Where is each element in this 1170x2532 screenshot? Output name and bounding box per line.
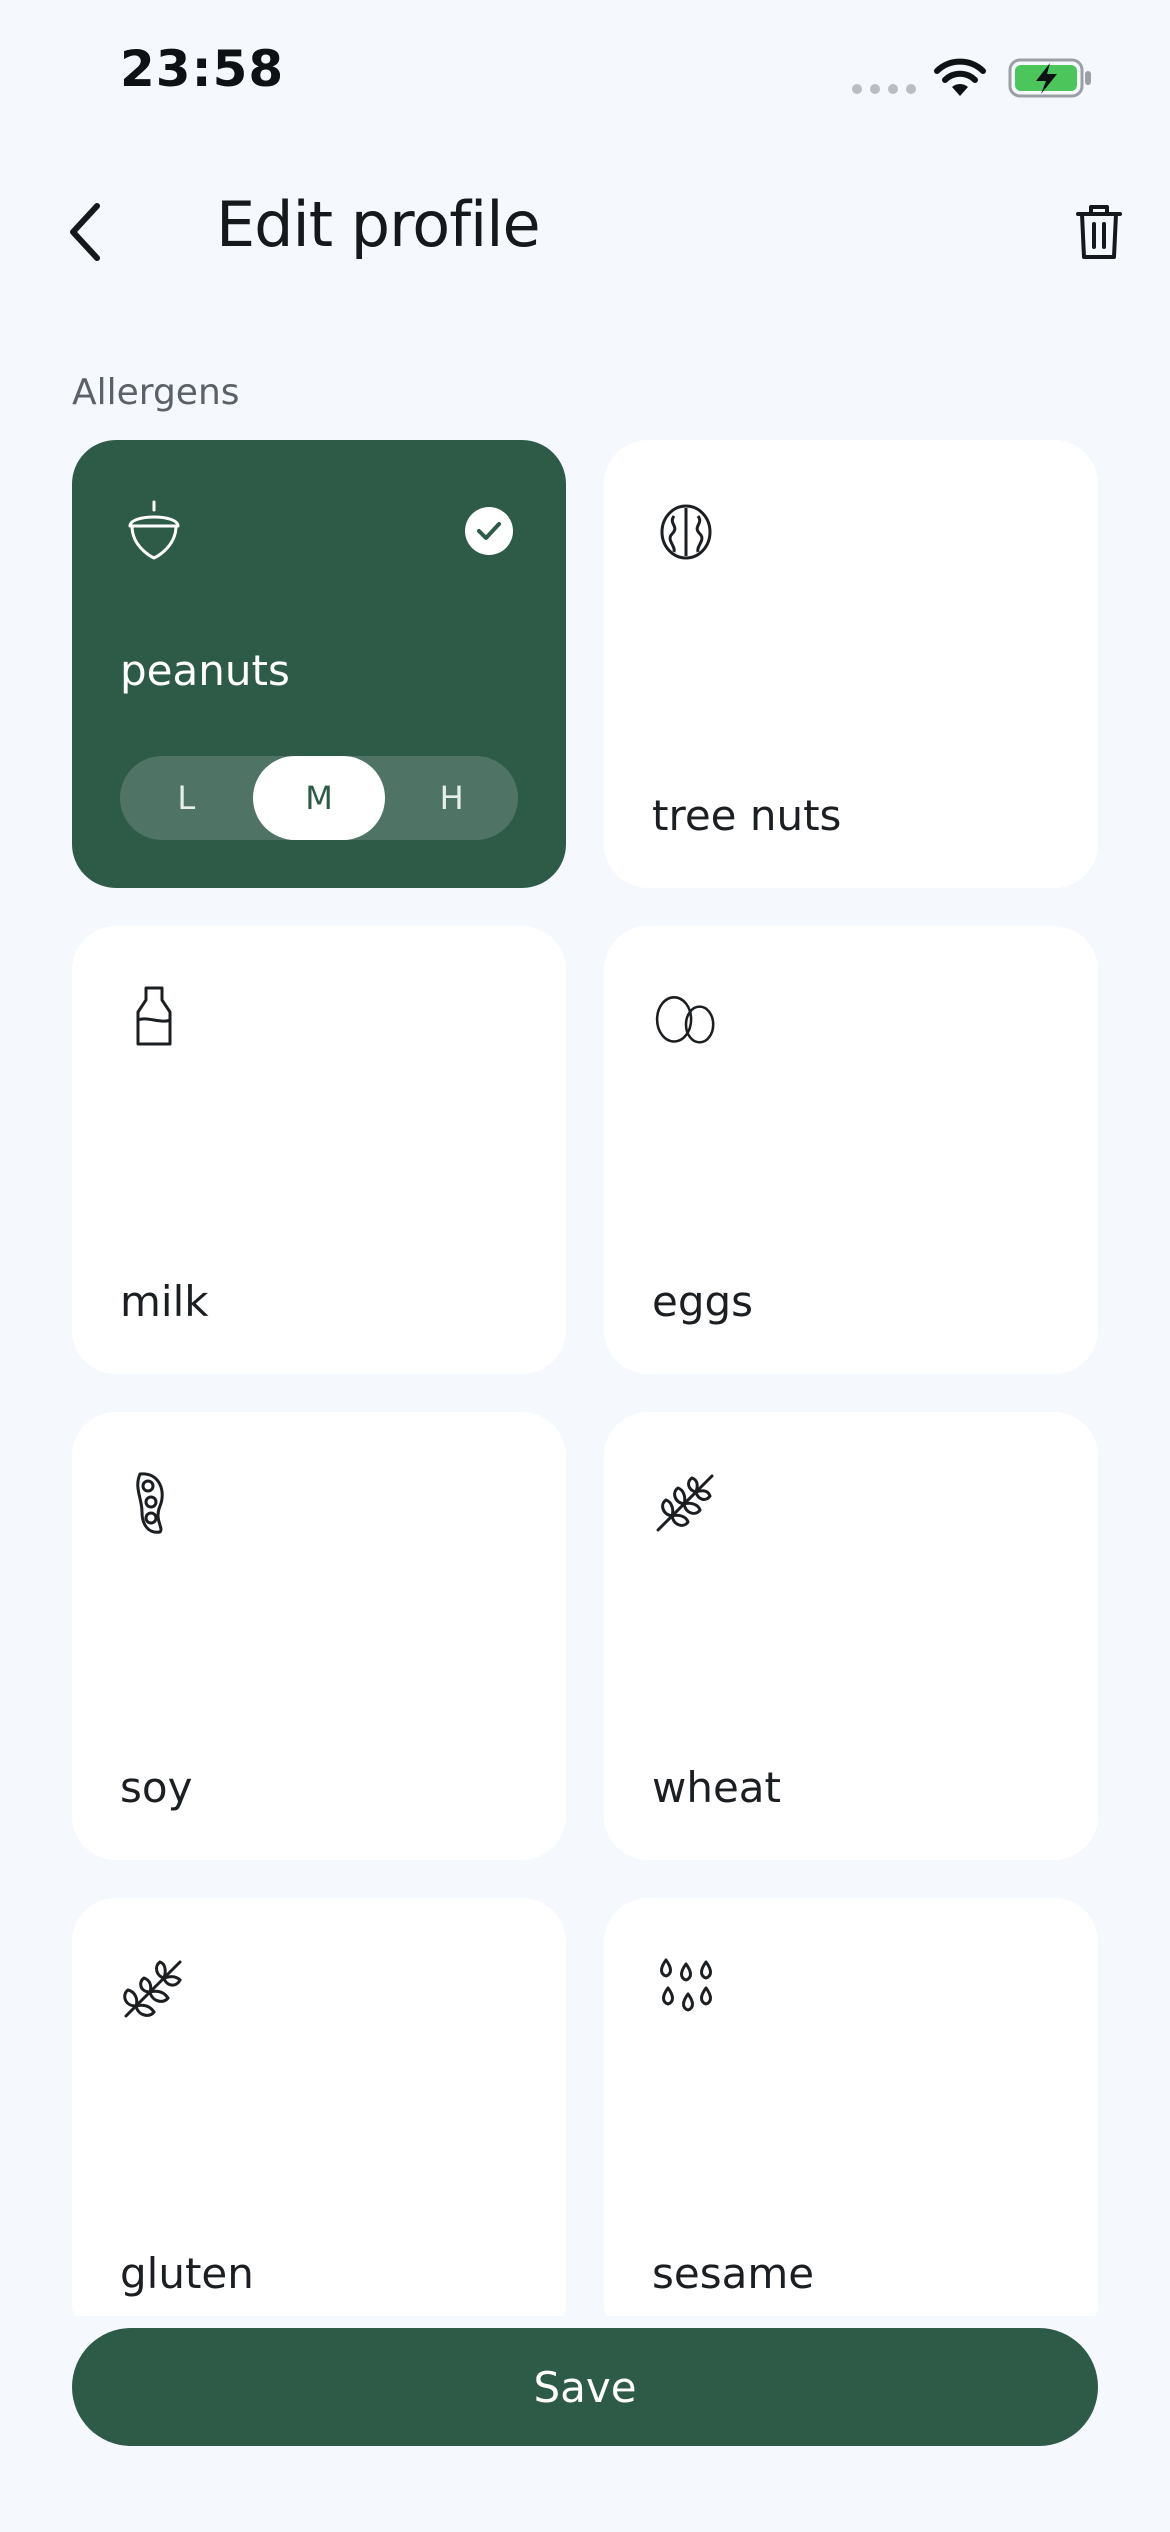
signal-dots-icon (852, 84, 916, 94)
save-button[interactable]: Save (72, 2328, 1098, 2446)
page-title: Edit profile (216, 188, 541, 261)
header: Edit profile (0, 170, 1170, 290)
status-time: 23:58 (120, 40, 285, 98)
allergen-label: milk (120, 1277, 209, 1326)
walnut-icon (660, 504, 712, 560)
wifi-icon (934, 58, 986, 96)
level-high-option[interactable]: H (385, 756, 518, 840)
delete-button[interactable] (1064, 192, 1134, 272)
chevron-left-icon (70, 203, 100, 261)
allergen-card-gluten[interactable]: gluten (72, 1898, 566, 2316)
allergen-card-milk[interactable]: milk (72, 926, 566, 1374)
severity-level-selector[interactable]: L M H (120, 756, 518, 840)
allergen-card-wheat[interactable]: wheat (604, 1412, 1098, 1860)
allergen-grid: peanuts L M H tree nuts milk eggs soy wh… (0, 440, 1170, 2316)
soybean-icon (136, 1472, 164, 1534)
milk-bottle-icon (136, 986, 172, 1046)
grain-icon (123, 1960, 182, 2018)
allergen-label: gluten (120, 2249, 254, 2298)
acorn-icon (128, 500, 180, 560)
allergen-card-tree-nuts[interactable]: tree nuts (604, 440, 1098, 888)
section-label: Allergens (72, 372, 240, 413)
trash-icon (1076, 205, 1122, 259)
allergen-label: tree nuts (652, 791, 842, 840)
wheat-icon (656, 1474, 714, 1532)
status-bar: 23:58 (0, 0, 1170, 150)
allergen-card-eggs[interactable]: eggs (604, 926, 1098, 1374)
eggs-icon (655, 996, 715, 1044)
level-low-option[interactable]: L (120, 756, 253, 840)
back-button[interactable] (50, 192, 120, 272)
check-circle-icon (465, 507, 513, 555)
allergen-label: eggs (652, 1277, 754, 1326)
allergen-card-peanuts[interactable]: peanuts L M H (72, 440, 566, 888)
allergen-card-sesame[interactable]: sesame (604, 1898, 1098, 2316)
allergen-label: peanuts (120, 646, 290, 695)
level-medium-option[interactable]: M (252, 756, 386, 840)
battery-charging-icon (1008, 58, 1091, 98)
allergen-label: soy (120, 1763, 193, 1812)
allergen-label: sesame (652, 2249, 815, 2298)
allergen-card-soy[interactable]: soy (72, 1412, 566, 1860)
sesame-seeds-icon (660, 1958, 712, 2012)
allergen-label: wheat (652, 1763, 782, 1812)
